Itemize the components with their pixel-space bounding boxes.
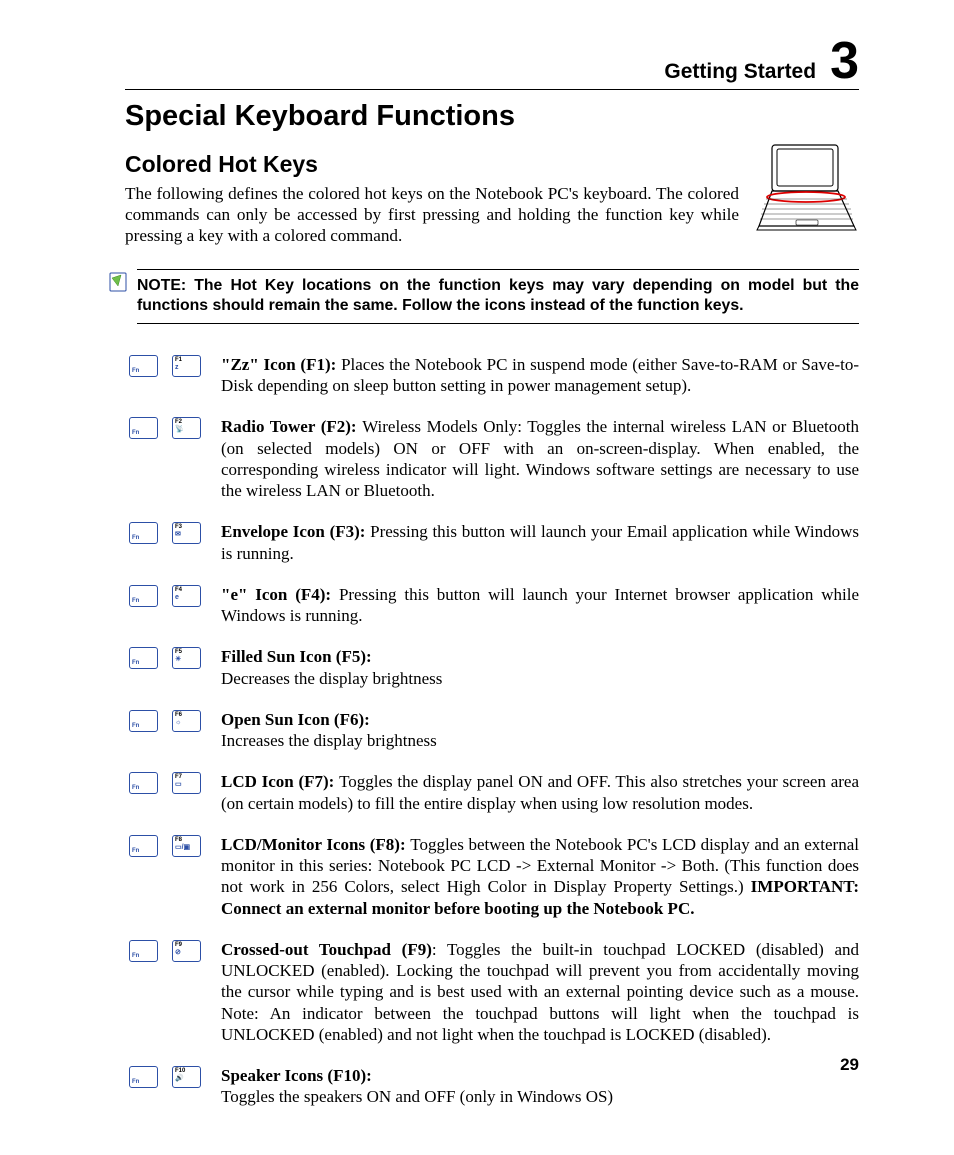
hotkey-description: LCD/Monitor Icons (F8): Toggles between … <box>221 834 859 919</box>
key-icons: Fn F4e <box>129 584 221 607</box>
function-key-icon: F6☼ <box>172 710 201 732</box>
key-icons: Fn F7▭ <box>129 771 221 794</box>
manual-page: Getting Started 3 Special Keyboard Funct… <box>0 0 954 1155</box>
key-icons: Fn F5☀ <box>129 646 221 669</box>
fn-key-icon: Fn <box>129 835 158 857</box>
hotkey-description: "e" Icon (F4): Pressing this button will… <box>221 584 859 627</box>
section-subheading: Colored Hot Keys <box>125 151 859 178</box>
intro-paragraph: The following defines the colored hot ke… <box>125 184 859 247</box>
hotkey-description: Open Sun Icon (F6):Increases the display… <box>221 709 859 752</box>
note-text: NOTE: The Hot Key locations on the funct… <box>137 276 859 317</box>
fn-key-icon: Fn <box>129 940 158 962</box>
note-icon <box>109 272 127 292</box>
fn-key-icon: Fn <box>129 355 158 377</box>
fn-key-icon: Fn <box>129 522 158 544</box>
hotkey-description: Crossed-out Touchpad (F9): Toggles the b… <box>221 939 859 1045</box>
hotkey-row: Fn F4e "e" Icon (F4): Pressing this button… <box>129 584 859 627</box>
hotkey-description: "Zz" Icon (F1): Places the Notebook PC i… <box>221 354 859 397</box>
hotkey-description: Radio Tower (F2): Wireless Models Only: … <box>221 416 859 501</box>
hotkey-row: Fn F7▭ LCD Icon (F7): Toggles the display … <box>129 771 859 814</box>
fn-key-icon: Fn <box>129 772 158 794</box>
page-number: 29 <box>840 1055 859 1075</box>
function-key-icon: F2📡 <box>172 417 201 439</box>
hotkey-row: Fn F6☼ Open Sun Icon (F6):Increases the di… <box>129 709 859 752</box>
hotkey-description: Envelope Icon (F3): Pressing this button… <box>221 521 859 564</box>
key-icons: Fn F9⊘ <box>129 939 221 962</box>
function-key-icon: F3✉ <box>172 522 201 544</box>
hotkey-row: Fn F9⊘ Crossed-out Touchpad (F9): Toggles … <box>129 939 859 1045</box>
hotkey-row: Fn F8▭/▣ LCD/Monitor Icons (F8): Toggles b… <box>129 834 859 919</box>
function-key-icon: F10🔊 <box>172 1066 201 1088</box>
function-key-icon: F4e <box>172 585 201 607</box>
function-key-icon: F5☀ <box>172 647 201 669</box>
function-key-icon: F7▭ <box>172 772 201 794</box>
hotkey-row: Fn F10🔊 Speaker Icons (F10):Toggles the sp… <box>129 1065 859 1108</box>
fn-key-icon: Fn <box>129 417 158 439</box>
hotkey-row: Fn F5☀ Filled Sun Icon (F5):Decreases the … <box>129 646 859 689</box>
hotkey-description: Speaker Icons (F10):Toggles the speakers… <box>221 1065 859 1108</box>
hotkey-row: Fn F3✉ Envelope Icon (F3): Pressing this b… <box>129 521 859 564</box>
fn-key-icon: Fn <box>129 647 158 669</box>
function-key-icon: F1z <box>172 355 201 377</box>
laptop-icon <box>754 142 859 237</box>
chapter-number: 3 <box>830 38 859 85</box>
function-key-icon: F8▭/▣ <box>172 835 201 857</box>
fn-key-icon: Fn <box>129 585 158 607</box>
hotkey-list: Fn F1z "Zz" Icon (F1): Places the Notebook… <box>129 354 859 1108</box>
page-header: Getting Started 3 <box>125 38 859 90</box>
hotkey-row: Fn F1z "Zz" Icon (F1): Places the Notebook… <box>129 354 859 397</box>
key-icons: Fn F8▭/▣ <box>129 834 221 857</box>
hotkey-description: LCD Icon (F7): Toggles the display panel… <box>221 771 859 814</box>
note-box: NOTE: The Hot Key locations on the funct… <box>137 269 859 324</box>
key-icons: Fn F1z <box>129 354 221 377</box>
fn-key-icon: Fn <box>129 710 158 732</box>
fn-key-icon: Fn <box>129 1066 158 1088</box>
key-icons: Fn F10🔊 <box>129 1065 221 1088</box>
key-icons: Fn F2📡 <box>129 416 221 439</box>
key-icons: Fn F3✉ <box>129 521 221 544</box>
section-title: Getting Started <box>664 60 816 84</box>
hotkey-row: Fn F2📡 Radio Tower (F2): Wireless Models O… <box>129 416 859 501</box>
function-key-icon: F9⊘ <box>172 940 201 962</box>
page-heading: Special Keyboard Functions <box>125 100 859 133</box>
key-icons: Fn F6☼ <box>129 709 221 732</box>
hotkey-description: Filled Sun Icon (F5):Decreases the displ… <box>221 646 859 689</box>
